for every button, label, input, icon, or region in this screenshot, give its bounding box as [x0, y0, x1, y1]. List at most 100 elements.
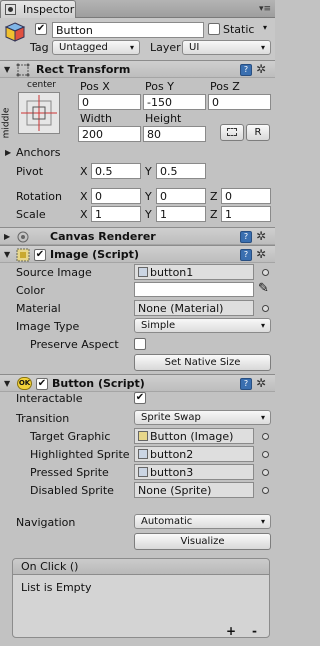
foldout-expanded-icon[interactable]: ▼ — [4, 250, 10, 259]
pivot-y-field[interactable]: 0.5 — [156, 163, 206, 179]
pressed-sprite-label: Pressed Sprite — [30, 466, 109, 479]
color-swatch[interactable] — [134, 282, 254, 297]
scale-y-field[interactable]: 1 — [156, 206, 206, 222]
gear-icon[interactable]: ✲ — [256, 229, 266, 243]
image-script-header[interactable]: ▼ ✔ Image (Script) ? ✲ — [0, 245, 275, 263]
remove-listener-button[interactable]: - — [252, 624, 257, 638]
material-field[interactable]: None (Material) — [134, 300, 254, 316]
image-type-value: Simple — [141, 320, 176, 331]
disabled-sprite-field[interactable]: None (Sprite) — [134, 482, 254, 498]
rotation-z-field[interactable]: 0 — [221, 188, 271, 204]
pivot-x-field[interactable]: 0.5 — [91, 163, 141, 179]
gear-icon[interactable]: ✲ — [256, 62, 266, 76]
transition-dropdown[interactable]: Sprite Swap ▾ — [134, 410, 271, 425]
inspector-tab[interactable]: Inspector — [0, 0, 76, 18]
disabled-sprite-label: Disabled Sprite — [30, 484, 114, 497]
anchor-preset-top-label: center — [27, 80, 56, 90]
image-icon — [138, 431, 148, 441]
object-picker-icon[interactable] — [262, 487, 269, 494]
interactable-checkbox[interactable]: ✔ — [134, 392, 146, 404]
foldout-expanded-icon[interactable]: ▶ — [4, 232, 10, 241]
add-listener-button[interactable]: + — [226, 624, 236, 638]
source-image-field[interactable]: button1 — [134, 264, 254, 280]
anchors-label[interactable]: Anchors — [16, 146, 61, 159]
button-script-header[interactable]: ▼ OK ✔ Button (Script) ? ✲ — [0, 374, 275, 392]
blueprint-mode-icon — [227, 128, 237, 136]
target-graphic-label: Target Graphic — [30, 430, 111, 443]
rect-transform-title: Rect Transform — [36, 63, 131, 76]
image-type-dropdown[interactable]: Simple ▾ — [134, 318, 271, 333]
canvas-renderer-icon — [17, 231, 29, 243]
gear-icon[interactable]: ✲ — [256, 376, 266, 390]
scale-y-axis-label: Y — [145, 208, 152, 221]
anchor-presets-button[interactable] — [18, 92, 60, 134]
pressed-sprite-field[interactable]: button3 — [134, 464, 254, 480]
button-enabled-checkbox[interactable]: ✔ — [36, 378, 48, 390]
foldout-expanded-icon[interactable]: ▼ — [4, 65, 10, 74]
canvas-renderer-title: Canvas Renderer — [50, 230, 156, 243]
help-icon[interactable]: ? — [240, 249, 252, 261]
pos-z-field[interactable]: 0 — [208, 94, 271, 110]
image-script-body: Source Image button1 Color ✎ Material No… — [0, 263, 275, 373]
pressed-sprite-value: button3 — [150, 466, 194, 479]
chevron-down-icon: ▾ — [260, 321, 265, 330]
inspector-tab-title: Inspector — [23, 3, 75, 16]
raw-edit-button[interactable]: R — [246, 124, 270, 141]
rotation-y-field[interactable]: 0 — [156, 188, 206, 204]
button-script-title: Button (Script) — [52, 377, 145, 390]
static-checkbox[interactable] — [208, 23, 220, 35]
navigation-dropdown[interactable]: Automatic ▾ — [134, 514, 271, 529]
blueprint-mode-button[interactable] — [220, 124, 244, 141]
canvas-renderer-header[interactable]: ▶ Canvas Renderer ? ✲ — [0, 227, 275, 245]
help-icon[interactable]: ? — [240, 64, 252, 76]
highlighted-sprite-field[interactable]: button2 — [134, 446, 254, 462]
rotation-z-axis-label: Z — [210, 190, 218, 203]
object-picker-icon[interactable] — [262, 451, 269, 458]
scale-label: Scale — [16, 208, 46, 221]
pos-y-field[interactable]: -150 — [143, 94, 206, 110]
scale-x-axis-label: X — [80, 208, 88, 221]
layer-dropdown-value: UI — [189, 42, 200, 53]
layer-label: Layer — [150, 41, 181, 54]
rotation-x-field[interactable]: 0 — [91, 188, 141, 204]
height-field[interactable]: 80 — [143, 126, 206, 142]
object-picker-icon[interactable] — [262, 433, 269, 440]
gameobject-header: ✔ Button Static ▾ Tag Untagged ▾ Layer UI… — [0, 18, 275, 60]
static-label: Static — [223, 23, 255, 36]
preserve-aspect-checkbox[interactable] — [134, 338, 146, 350]
object-picker-icon[interactable] — [262, 305, 269, 312]
gear-icon[interactable]: ✲ — [256, 247, 266, 261]
set-native-size-button[interactable]: Set Native Size — [134, 354, 271, 371]
chevron-down-icon: ▾ — [260, 517, 265, 526]
sprite-icon — [138, 267, 148, 277]
onclick-title: On Click () — [21, 560, 79, 573]
gameobject-active-checkbox[interactable]: ✔ — [35, 23, 47, 35]
scale-z-field[interactable]: 1 — [221, 206, 271, 222]
help-icon[interactable]: ? — [240, 378, 252, 390]
foldout-expanded-icon[interactable]: ▼ — [4, 379, 10, 388]
layer-dropdown[interactable]: UI ▾ — [182, 40, 271, 55]
target-graphic-field[interactable]: Button (Image) — [134, 428, 254, 444]
image-enabled-checkbox[interactable]: ✔ — [34, 249, 46, 261]
gameobject-name-field[interactable]: Button — [52, 22, 204, 38]
tag-label: Tag — [30, 41, 49, 54]
scale-x-field[interactable]: 1 — [91, 206, 141, 222]
eyedropper-icon[interactable]: ✎ — [258, 281, 269, 296]
tab-menu-icon[interactable]: ▾≡ — [259, 4, 271, 14]
preserve-aspect-label: Preserve Aspect — [30, 338, 119, 351]
button-script-body: Interactable ✔ Transition Sprite Swap ▾ T… — [0, 392, 275, 646]
image-script-title: Image (Script) — [50, 248, 139, 261]
help-icon[interactable]: ? — [240, 231, 252, 243]
chevron-down-icon: ▾ — [260, 413, 265, 422]
width-field[interactable]: 200 — [78, 126, 141, 142]
rect-transform-header[interactable]: ▼ Rect Transform ? ✲ — [0, 60, 275, 78]
visualize-button[interactable]: Visualize — [134, 533, 271, 550]
anchors-foldout-icon[interactable]: ▶ — [5, 148, 11, 157]
object-picker-icon[interactable] — [262, 469, 269, 476]
highlighted-sprite-value: button2 — [150, 448, 194, 461]
object-picker-icon[interactable] — [262, 269, 269, 276]
static-dropdown-arrow[interactable]: ▾ — [263, 23, 267, 32]
tag-dropdown[interactable]: Untagged ▾ — [52, 40, 140, 55]
chevron-down-icon: ▾ — [129, 43, 134, 52]
pos-x-field[interactable]: 0 — [78, 94, 141, 110]
